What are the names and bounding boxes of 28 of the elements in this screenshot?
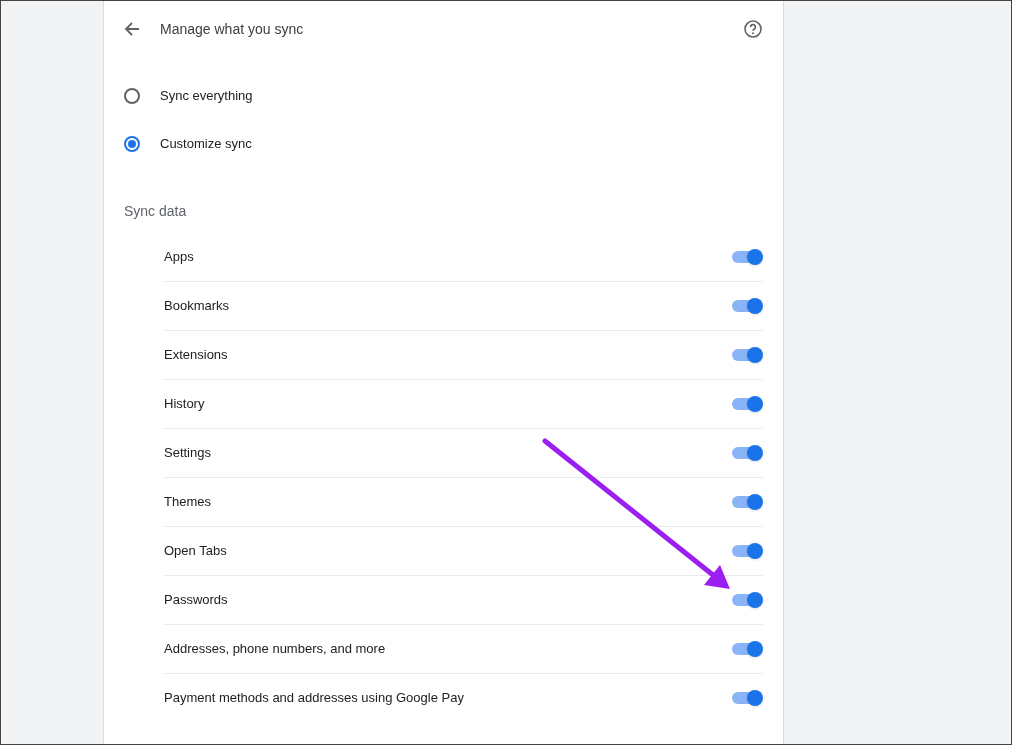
setting-label: Extensions [164, 346, 228, 365]
setting-label: Open Tabs [164, 542, 227, 561]
toggle-switch[interactable] [731, 543, 763, 559]
toggle-switch[interactable] [731, 347, 763, 363]
toggle-switch[interactable] [731, 396, 763, 412]
setting-label: History [164, 395, 205, 414]
toggle-switch[interactable] [731, 592, 763, 608]
setting-label: Apps [164, 247, 194, 266]
toggle-switch[interactable] [731, 641, 763, 657]
page-title: Manage what you sync [160, 19, 304, 39]
setting-label: Addresses, phone numbers, and more [164, 640, 386, 659]
setting-label: Passwords [164, 591, 228, 610]
radio-button[interactable] [124, 88, 140, 104]
setting-label: Settings [164, 444, 211, 463]
toggle-switch[interactable] [731, 298, 763, 314]
toggle-switch[interactable] [731, 445, 763, 461]
toggle-switch[interactable] [731, 248, 763, 265]
radio-button[interactable] [124, 136, 140, 152]
setting-label: Bookmarks [164, 297, 230, 316]
setting-label: Payment methods and addresses using Google Pay [164, 689, 464, 708]
setting-label: Themes [164, 493, 211, 512]
back-button[interactable] [124, 21, 140, 37]
help-button[interactable] [743, 19, 763, 39]
toggle-switch[interactable] [731, 690, 763, 706]
radio-label: Customize sync [160, 135, 252, 154]
toggle-switch[interactable] [731, 494, 763, 510]
section-title: Sync data [123, 202, 188, 221]
radio-label: Sync everything [160, 87, 253, 106]
